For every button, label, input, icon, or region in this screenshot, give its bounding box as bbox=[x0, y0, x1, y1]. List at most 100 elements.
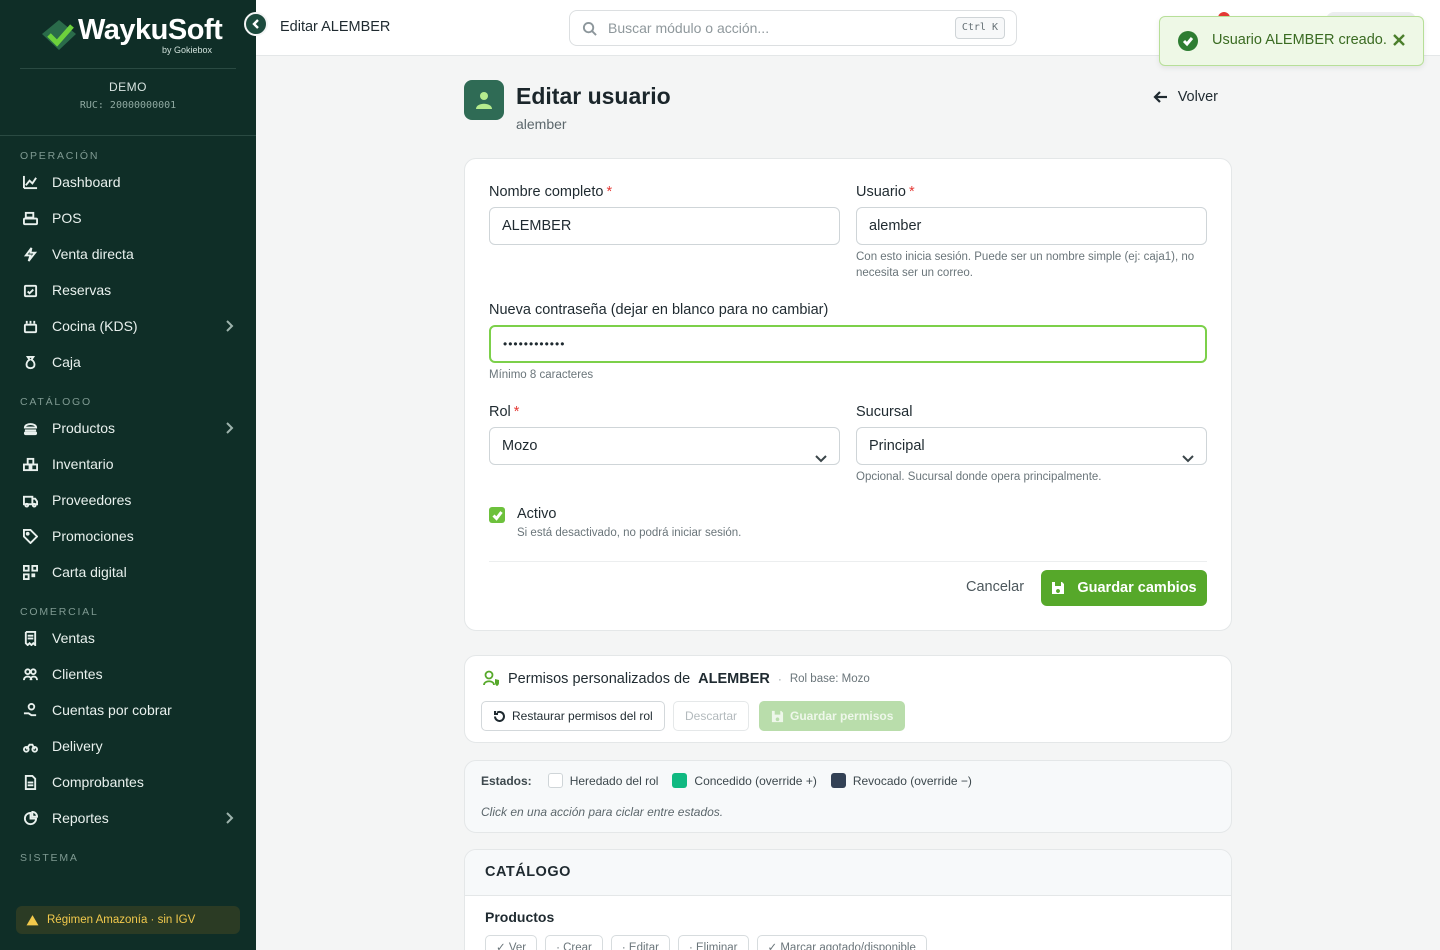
chart-line-icon bbox=[22, 174, 38, 190]
discard-button[interactable]: Descartar bbox=[673, 701, 750, 731]
sidebar-item-label: Cocina (KDS) bbox=[52, 318, 138, 334]
page-subtitle: alember bbox=[516, 116, 567, 132]
permission-action-chip[interactable]: ✓ Marcar agotado/disponible bbox=[756, 935, 927, 950]
sidebar-item-label: Cuentas por cobrar bbox=[52, 702, 172, 718]
chevron-down-icon bbox=[1182, 441, 1194, 463]
check-icon bbox=[491, 510, 503, 521]
sidebar-item-comprobantes[interactable]: Comprobantes bbox=[0, 764, 256, 800]
role-label: Rol * bbox=[489, 404, 520, 420]
money-bag-icon bbox=[22, 354, 38, 370]
fullname-input[interactable]: ALEMBER bbox=[489, 207, 840, 245]
restore-permissions-button[interactable]: Restaurar permisos del rol bbox=[481, 701, 665, 731]
divider bbox=[20, 68, 236, 69]
permissions-card: Permisos personalizados de ALEMBER · Rol… bbox=[464, 655, 1232, 743]
company-name: DEMO bbox=[109, 80, 147, 94]
password-input[interactable]: •••••••••••• bbox=[489, 325, 1207, 363]
close-icon bbox=[1393, 34, 1405, 46]
save-icon bbox=[1052, 582, 1065, 594]
chevron-left-icon bbox=[252, 19, 259, 29]
warning-icon bbox=[26, 914, 39, 925]
brand[interactable]: WaykuSoft by Gokiebox bbox=[0, 0, 256, 70]
sidebar-item-delivery[interactable]: Delivery bbox=[0, 728, 256, 764]
legend-item: Revocado (override −) bbox=[830, 773, 972, 788]
divider bbox=[489, 561, 1207, 562]
sidebar-item-promociones[interactable]: Promociones bbox=[0, 518, 256, 554]
password-hint: Mínimo 8 caracteres bbox=[489, 369, 594, 381]
cancel-button[interactable]: Cancelar bbox=[966, 579, 1024, 595]
regimen-badge: Régimen Amazonía · sin IGV bbox=[16, 906, 240, 934]
sidebar-item-inventario[interactable]: Inventario bbox=[0, 446, 256, 482]
action-chips: ✓ Ver · Crear · Editar · Eliminar ✓ Marcar a… bbox=[485, 935, 935, 950]
sidebar-item-label: POS bbox=[52, 210, 82, 226]
brand-name: WaykuSoft bbox=[78, 14, 223, 46]
save-button[interactable]: Guardar cambios bbox=[1041, 570, 1207, 606]
sidebar-nav: OPERACIÓN Dashboard POS Venta directa Reserv… bbox=[0, 148, 256, 866]
sidebar-item-carta-digital[interactable]: Carta digital bbox=[0, 554, 256, 590]
sidebar-item-ventas[interactable]: Ventas bbox=[0, 620, 256, 656]
arrow-left-icon bbox=[1153, 91, 1167, 103]
user-shield-icon bbox=[483, 670, 499, 686]
receipt-icon bbox=[22, 630, 38, 646]
save-icon bbox=[771, 710, 784, 722]
sidebar-item-cuentas-por-cobrar[interactable]: Cuentas por cobrar bbox=[0, 692, 256, 728]
sidebar-item-productos[interactable]: Productos bbox=[0, 410, 256, 446]
sidebar-item-clientes[interactable]: Clientes bbox=[0, 656, 256, 692]
catalog-title: CATÁLOGO bbox=[485, 864, 571, 880]
chevron-right-icon bbox=[224, 811, 234, 825]
legend-item-label: Heredado del rol bbox=[569, 773, 659, 788]
close-toast-button[interactable] bbox=[1391, 32, 1407, 48]
sidebar-item-dashboard[interactable]: Dashboard bbox=[0, 164, 256, 200]
back-button[interactable]: Volver bbox=[1153, 89, 1218, 105]
sidebar-collapse-button[interactable] bbox=[244, 12, 268, 36]
sidebar-item-label: Reservas bbox=[52, 282, 112, 298]
sidebar-item-label: Proveedores bbox=[52, 492, 132, 508]
sidebar-item-reservas[interactable]: Reservas bbox=[0, 272, 256, 308]
user-icon bbox=[464, 80, 504, 120]
sidebar-item-label: Inventario bbox=[52, 456, 114, 472]
active-label: Activo bbox=[517, 506, 557, 522]
role-select[interactable]: Mozo bbox=[489, 427, 840, 465]
brand-sub: by Gokiebox bbox=[162, 45, 213, 55]
permissions-user: ALEMBER bbox=[698, 670, 770, 687]
user-form: Nombre completo * ALEMBER Usuario * alembe… bbox=[464, 158, 1232, 631]
required-mark: * bbox=[606, 184, 613, 200]
search-input[interactable] bbox=[608, 17, 938, 39]
sidebar-item-label: Clientes bbox=[52, 666, 103, 682]
username-label: Usuario * bbox=[856, 184, 915, 200]
check-circle-icon bbox=[1178, 31, 1198, 51]
logo-icon bbox=[42, 20, 76, 50]
company-ruc: RUC: 20000000001 bbox=[79, 100, 177, 111]
sidebar-item-label: Carta digital bbox=[52, 564, 127, 580]
sidebar-item-label: Dashboard bbox=[52, 174, 121, 190]
permission-action-chip[interactable]: · Eliminar bbox=[677, 935, 749, 950]
sidebar-item-reportes[interactable]: Reportes bbox=[0, 800, 256, 836]
sidebar-item-venta-directa[interactable]: Venta directa bbox=[0, 236, 256, 272]
save-permissions-button[interactable]: Guardar permisos bbox=[759, 701, 906, 731]
catalog-permissions: CATÁLOGO Productos ✓ Ver · Crear · Editar ·… bbox=[464, 849, 1232, 950]
legend-note: Click en una acción para ciclar entre es… bbox=[481, 805, 724, 819]
permission-action-chip[interactable]: · Editar bbox=[610, 935, 670, 950]
chevron-right-icon bbox=[224, 319, 234, 333]
role-base: Rol base: Mozo bbox=[789, 672, 870, 685]
username-hint: Con esto inicia sesión. Puede ser un nom… bbox=[856, 251, 1195, 279]
search-box[interactable]: Ctrl K bbox=[569, 10, 1017, 46]
sidebar-item-caja[interactable]: Caja bbox=[0, 344, 256, 380]
save-label: Guardar cambios bbox=[1077, 580, 1197, 596]
permission-action-chip[interactable]: · Crear bbox=[545, 935, 603, 950]
legend-label: Estados: bbox=[481, 773, 532, 788]
sidebar-item-pos[interactable]: POS bbox=[0, 200, 256, 236]
username-input[interactable]: alember bbox=[856, 207, 1207, 245]
nav-section-label: SISTEMA bbox=[20, 852, 79, 864]
branch-select[interactable]: Principal bbox=[856, 427, 1207, 465]
legend-item: Heredado del rol bbox=[547, 773, 659, 788]
active-checkbox[interactable] bbox=[489, 507, 505, 523]
topbar-title: Editar ALEMBER bbox=[280, 19, 391, 35]
success-toast: Usuario ALEMBER creado. bbox=[1159, 16, 1424, 66]
legend-item-label: Concedido (override +) bbox=[694, 773, 817, 788]
calendar-check-icon bbox=[22, 282, 38, 298]
catalog-header: CATÁLOGO bbox=[465, 850, 1231, 896]
sidebar-item-proveedores[interactable]: Proveedores bbox=[0, 482, 256, 518]
sidebar-item-cocina-kds[interactable]: Cocina (KDS) bbox=[0, 308, 256, 344]
permission-action-chip[interactable]: ✓ Ver bbox=[485, 935, 538, 950]
branch-value: Principal bbox=[869, 438, 925, 454]
